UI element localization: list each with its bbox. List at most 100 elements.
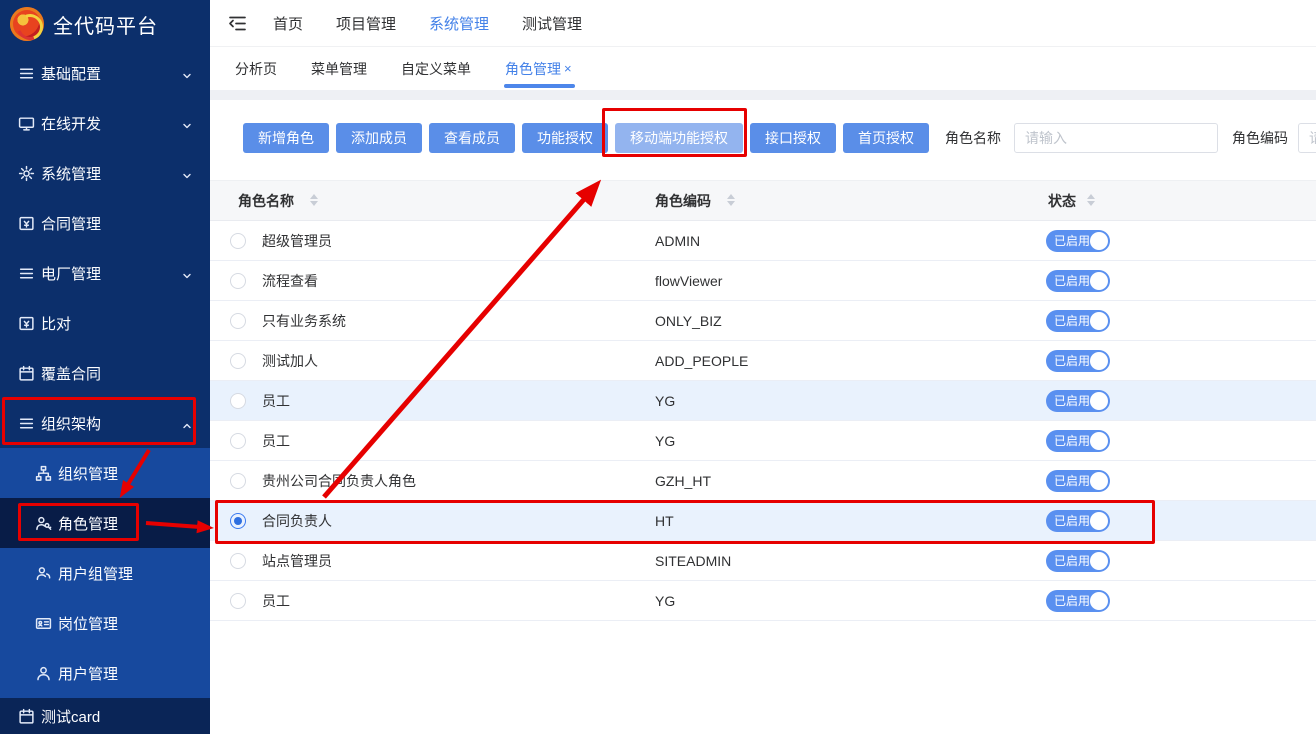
status-toggle[interactable]: 已启用 bbox=[1046, 430, 1110, 452]
nav-item-home[interactable]: 首页 bbox=[265, 13, 311, 34]
menu-fold-icon[interactable] bbox=[228, 14, 248, 32]
tab-bar: 分析页 菜单管理 自定义菜单 角色管理 × bbox=[210, 47, 1316, 90]
user-group-icon bbox=[35, 565, 52, 582]
status-toggle[interactable]: 已启用 bbox=[1046, 350, 1110, 372]
sidebar-item-system-mgmt[interactable]: 系统管理 bbox=[0, 148, 210, 198]
api-auth-button[interactable]: 接口授权 bbox=[750, 123, 836, 153]
divider-strip bbox=[210, 90, 1316, 100]
chevron-down-icon bbox=[182, 118, 192, 136]
sidebar-item-online-dev[interactable]: 在线开发 bbox=[0, 98, 210, 148]
calendar-icon bbox=[18, 365, 35, 382]
chevron-down-icon bbox=[182, 68, 192, 86]
column-header-role-name[interactable]: 角色名称 bbox=[238, 181, 294, 222]
status-toggle[interactable]: 已启用 bbox=[1046, 390, 1110, 412]
radio-button[interactable] bbox=[230, 313, 246, 329]
sidebar-item-test-card[interactable]: 测试card bbox=[0, 698, 210, 734]
function-auth-button[interactable]: 功能授权 bbox=[522, 123, 608, 153]
status-toggle[interactable]: 已启用 bbox=[1046, 470, 1110, 492]
list-icon bbox=[18, 265, 35, 282]
nav-item-system-mgmt[interactable]: 系统管理 bbox=[421, 13, 497, 34]
add-role-button[interactable]: 新增角色 bbox=[243, 123, 329, 153]
list-icon bbox=[18, 65, 35, 82]
compare-icon bbox=[18, 315, 35, 332]
status-toggle[interactable]: 已启用 bbox=[1046, 590, 1110, 612]
sidebar-item-contract-mgmt[interactable]: 合同管理 bbox=[0, 198, 210, 248]
radio-button-selected[interactable] bbox=[230, 513, 246, 529]
table-row[interactable]: 测试加人 ADD_PEOPLE 已启用 bbox=[210, 341, 1316, 381]
role-name-filter-label: 角色名称 bbox=[945, 123, 1001, 153]
role-code-filter-label: 角色编码 bbox=[1232, 123, 1288, 153]
calendar-icon bbox=[18, 708, 35, 725]
sidebar-item-cover-contract[interactable]: 覆盖合同 bbox=[0, 348, 210, 398]
table-header: 角色名称 角色编码 状态 bbox=[210, 180, 1316, 221]
view-members-button[interactable]: 查看成员 bbox=[429, 123, 515, 153]
radio-button[interactable] bbox=[230, 553, 246, 569]
table-row[interactable]: 只有业务系统 ONLY_BIZ 已启用 bbox=[210, 301, 1316, 341]
roles-table: 角色名称 角色编码 状态 超级管理员 ADMIN 已启用 流程查看 flowVi… bbox=[210, 180, 1316, 621]
sort-icon[interactable] bbox=[1087, 194, 1095, 206]
gear-icon bbox=[18, 165, 35, 182]
table-row-selected[interactable]: 合同负责人 HT 已启用 bbox=[210, 501, 1316, 541]
radio-button[interactable] bbox=[230, 233, 246, 249]
active-tab-underline bbox=[504, 84, 575, 88]
sort-icon[interactable] bbox=[310, 194, 318, 206]
mobile-function-auth-button[interactable]: 移动端功能授权 bbox=[615, 123, 743, 153]
table-row[interactable]: 站点管理员 SITEADMIN 已启用 bbox=[210, 541, 1316, 581]
radio-button[interactable] bbox=[230, 593, 246, 609]
status-toggle[interactable]: 已启用 bbox=[1046, 310, 1110, 332]
status-toggle[interactable]: 已启用 bbox=[1046, 510, 1110, 532]
sidebar-item-role-mgmt[interactable]: 角色管理 bbox=[0, 498, 210, 548]
chevron-down-icon bbox=[182, 168, 192, 186]
logo-icon bbox=[10, 7, 44, 41]
sidebar-item-post-mgmt[interactable]: 岗位管理 bbox=[0, 598, 210, 648]
tab-menu-mgmt[interactable]: 菜单管理 bbox=[294, 47, 384, 90]
user-icon bbox=[35, 665, 52, 682]
app-window: 全代码平台 基础配置 在线开发 系统管理 合同管理 电厂管理 比对 bbox=[0, 0, 1316, 734]
table-row[interactable]: 流程查看 flowViewer 已启用 bbox=[210, 261, 1316, 301]
home-auth-button[interactable]: 首页授权 bbox=[843, 123, 929, 153]
close-icon[interactable]: × bbox=[564, 62, 572, 75]
table-row[interactable]: 员工 YG 已启用 bbox=[210, 421, 1316, 461]
table-row[interactable]: 员工 YG 已启用 bbox=[210, 581, 1316, 621]
org-chart-icon bbox=[35, 465, 52, 482]
monitor-icon bbox=[18, 115, 35, 132]
list-icon bbox=[18, 415, 35, 432]
add-member-button[interactable]: 添加成员 bbox=[336, 123, 422, 153]
radio-button[interactable] bbox=[230, 353, 246, 369]
tab-role-mgmt[interactable]: 角色管理 × bbox=[488, 47, 589, 90]
role-code-filter-input[interactable] bbox=[1298, 123, 1316, 153]
top-navbar: 首页 项目管理 系统管理 测试管理 bbox=[210, 0, 1316, 47]
id-card-icon bbox=[35, 615, 52, 632]
sidebar-item-plant-mgmt[interactable]: 电厂管理 bbox=[0, 248, 210, 298]
logo: 全代码平台 bbox=[0, 0, 210, 48]
radio-button[interactable] bbox=[230, 433, 246, 449]
sidebar-submenu: 组织管理 角色管理 用户组管理 岗位管理 用户管理 bbox=[0, 448, 210, 698]
sidebar-item-base-config[interactable]: 基础配置 bbox=[0, 48, 210, 98]
sidebar-item-org-mgmt[interactable]: 组织管理 bbox=[0, 448, 210, 498]
radio-button[interactable] bbox=[230, 473, 246, 489]
sidebar-item-user-group-mgmt[interactable]: 用户组管理 bbox=[0, 548, 210, 598]
radio-button[interactable] bbox=[230, 273, 246, 289]
tab-custom-menu[interactable]: 自定义菜单 bbox=[384, 47, 488, 90]
app-title: 全代码平台 bbox=[53, 10, 158, 39]
table-row[interactable]: 贵州公司合同负责人角色 GZH_HT 已启用 bbox=[210, 461, 1316, 501]
contract-icon bbox=[18, 215, 35, 232]
radio-button[interactable] bbox=[230, 393, 246, 409]
role-icon bbox=[35, 515, 52, 532]
column-header-status[interactable]: 状态 bbox=[1048, 181, 1076, 222]
table-row[interactable]: 员工 YG 已启用 bbox=[210, 381, 1316, 421]
column-header-role-code[interactable]: 角色编码 bbox=[655, 181, 711, 222]
sidebar-item-compare[interactable]: 比对 bbox=[0, 298, 210, 348]
status-toggle[interactable]: 已启用 bbox=[1046, 270, 1110, 292]
nav-item-test-mgmt[interactable]: 测试管理 bbox=[514, 13, 590, 34]
status-toggle[interactable]: 已启用 bbox=[1046, 550, 1110, 572]
sort-icon[interactable] bbox=[727, 194, 735, 206]
sidebar: 全代码平台 基础配置 在线开发 系统管理 合同管理 电厂管理 比对 bbox=[0, 0, 210, 734]
tab-analysis[interactable]: 分析页 bbox=[218, 47, 294, 90]
table-row[interactable]: 超级管理员 ADMIN 已启用 bbox=[210, 221, 1316, 261]
status-toggle[interactable]: 已启用 bbox=[1046, 230, 1110, 252]
nav-item-project-mgmt[interactable]: 项目管理 bbox=[328, 13, 404, 34]
sidebar-item-org-structure[interactable]: 组织架构 bbox=[0, 398, 210, 448]
main-content: 新增角色 添加成员 查看成员 功能授权 移动端功能授权 接口授权 首页授权 角色… bbox=[210, 100, 1316, 734]
role-name-filter-input[interactable] bbox=[1014, 123, 1218, 153]
